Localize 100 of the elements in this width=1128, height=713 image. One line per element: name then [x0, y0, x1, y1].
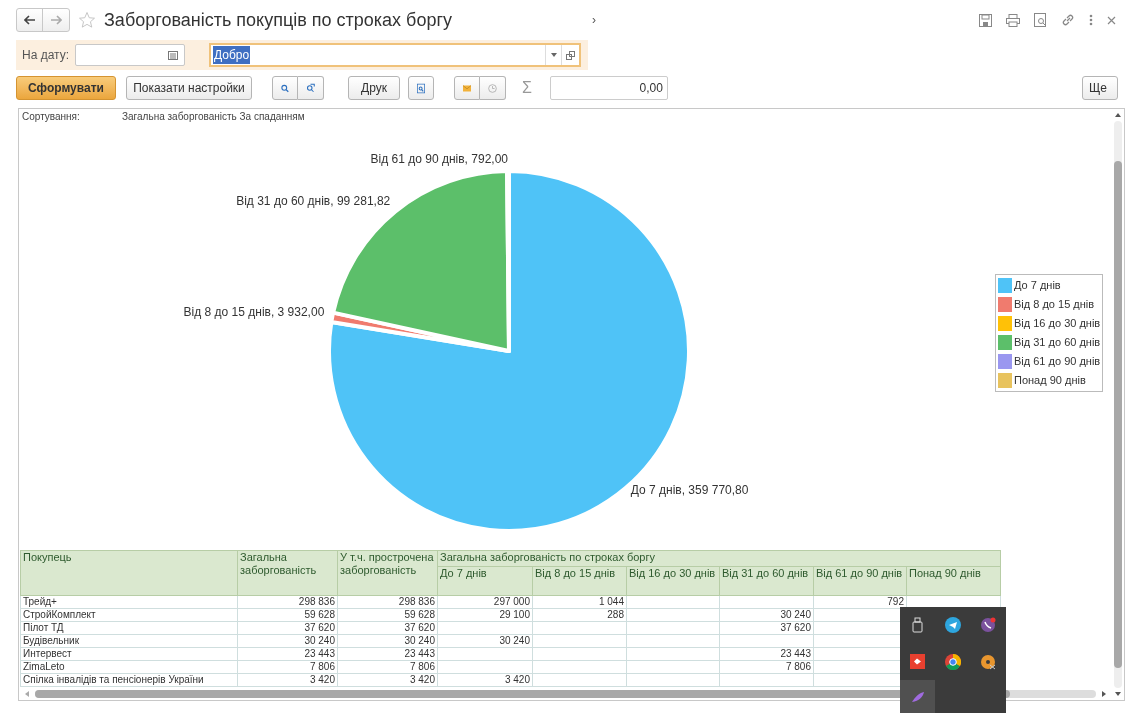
scrollbar-thumb[interactable]: [1114, 161, 1122, 668]
dropdown-caret-icon: [550, 53, 557, 57]
calendar-icon: [168, 50, 179, 60]
slice-label: До 7 днів, 359 770,80: [630, 482, 749, 497]
column-header: Від 61 до 90 днів: [813, 566, 907, 596]
column-header: Від 31 до 60 днів: [719, 566, 814, 596]
scroll-up-icon: [1115, 113, 1121, 117]
buyer-cell: Трейд+: [20, 595, 238, 609]
date-label: На дату:: [22, 47, 70, 64]
column-header: Від 8 до 15 днів: [532, 566, 627, 596]
sum-field: 0,00: [549, 76, 668, 100]
amount-cell: 297 000: [493, 596, 530, 607]
slice-label: Від 31 до 60 днів, 99 281,82: [236, 193, 391, 208]
search-icon: [281, 82, 289, 94]
buyer-cell: Интервест: [20, 647, 238, 661]
amount-cell: 298 836: [298, 596, 335, 607]
paper-plane-icon[interactable]: [945, 617, 961, 634]
clock-icon: [488, 82, 497, 94]
usb-drive-icon[interactable]: [911, 617, 924, 634]
amount-cell: 3 420: [309, 674, 335, 685]
amount-cell: 792: [887, 596, 904, 607]
save-icon[interactable]: [979, 13, 992, 27]
preview-button[interactable]: [408, 76, 434, 100]
amount-cell: 7 806: [309, 661, 335, 672]
scroll-down-icon: [1115, 692, 1121, 696]
organization-value: Добро: [213, 46, 251, 64]
browser-icon[interactable]: [945, 654, 961, 670]
organization-field[interactable]: Добро: [209, 43, 582, 67]
sum-symbol: Σ: [522, 78, 532, 98]
app-tile-icon[interactable]: [910, 654, 926, 670]
column-header: Покупець: [20, 550, 238, 596]
sort-value: Загальна заборгованість За спаданням: [122, 109, 305, 124]
amount-cell: 30 240: [304, 635, 335, 646]
amount-cell: 3 420: [409, 674, 435, 685]
schedule-button[interactable]: [480, 76, 506, 100]
disc-icon[interactable]: [980, 654, 997, 670]
amount-cell: 1 044: [598, 596, 624, 607]
amount-cell: 37 620: [780, 622, 811, 633]
left-arrow-icon: [23, 15, 36, 25]
legend-label: Від 16 до 30 днів: [1014, 315, 1101, 331]
column-header: Понад 90 днів: [906, 566, 1001, 596]
column-header: До 7 днів: [437, 566, 533, 596]
amount-cell: 3 420: [504, 674, 530, 685]
amount-cell: 29 100: [499, 609, 530, 620]
date-field[interactable]: [75, 44, 186, 66]
scroll-right-icon[interactable]: [1102, 691, 1106, 697]
more-button[interactable]: Ще: [1082, 76, 1118, 100]
close-icon[interactable]: [1107, 15, 1116, 25]
feather-icon[interactable]: [910, 690, 925, 703]
amount-cell: 7 806: [785, 661, 811, 672]
sort-label: Сортування:: [22, 109, 81, 124]
right-arrow-icon: [50, 15, 62, 25]
column-header: Від 16 до 30 днів: [626, 566, 720, 596]
amount-cell: 30 240: [499, 635, 530, 646]
amount-cell: 7 806: [409, 661, 435, 672]
amount-cell: 298 836: [398, 596, 435, 607]
show-settings-button[interactable]: Показати настройки: [126, 76, 252, 100]
legend-label: До 7 днів: [1014, 277, 1061, 293]
column-header: Загальна заборгованість: [237, 550, 338, 596]
slice-label: Від 8 до 15 днів, 3 932,00: [183, 304, 325, 319]
title-mark: ›: [592, 12, 596, 29]
print-button[interactable]: Друк: [348, 76, 400, 100]
amount-cell: 37 620: [304, 622, 335, 633]
buyer-cell: СтройКомплект: [20, 608, 238, 622]
slice-label: Від 61 до 90 днів, 792,00: [370, 151, 508, 166]
preview-icon[interactable]: [1034, 13, 1047, 27]
column-group-header: Загальна заборгованість по строках боргу: [437, 550, 1001, 567]
generate-button[interactable]: Сформувати: [16, 76, 116, 100]
legend-label: Від 31 до 60 днів: [1014, 334, 1101, 350]
link-icon[interactable]: [1061, 13, 1075, 27]
legend-label: Від 8 до 15 днів: [1014, 296, 1095, 312]
amount-cell: 30 240: [404, 635, 435, 646]
amount-cell: 37 620: [404, 622, 435, 633]
preview-icon: [417, 81, 425, 95]
amount-cell: 23 443: [404, 648, 435, 659]
amount-cell: 288: [607, 609, 624, 620]
phone-bubble-icon[interactable]: [980, 617, 997, 634]
buyer-cell: ZimaLeto: [20, 660, 238, 674]
amount-cell: 30 240: [780, 609, 811, 620]
legend-label: Понад 90 днів: [1014, 372, 1086, 388]
search-button[interactable]: [272, 76, 298, 100]
email-button[interactable]: [454, 76, 480, 100]
scroll-left-icon[interactable]: [25, 691, 29, 697]
star-icon[interactable]: [78, 11, 96, 29]
amount-cell: 59 628: [304, 609, 335, 620]
print-icon[interactable]: [1006, 13, 1020, 27]
column-header: У т.ч. прострочена заборгованість: [337, 550, 438, 596]
envelope-icon: [463, 83, 471, 93]
amount-cell: 59 628: [404, 609, 435, 620]
search-refresh-icon: [306, 82, 315, 94]
buyer-cell: Спілка інвалідів та пенсіонерів України: [20, 673, 238, 687]
amount-cell: 23 443: [304, 648, 335, 659]
window-title: Заборгованість покупців по строках боргу: [104, 8, 453, 32]
open-window-icon: [566, 50, 576, 60]
buyer-cell: Пілот ТД: [20, 621, 238, 635]
amount-cell: 23 443: [780, 648, 811, 659]
search-next-button[interactable]: [298, 76, 324, 100]
legend-label: Від 61 до 90 днів: [1014, 353, 1101, 369]
buyer-cell: Будівельник: [20, 634, 238, 648]
more-icon[interactable]: [1089, 14, 1093, 26]
